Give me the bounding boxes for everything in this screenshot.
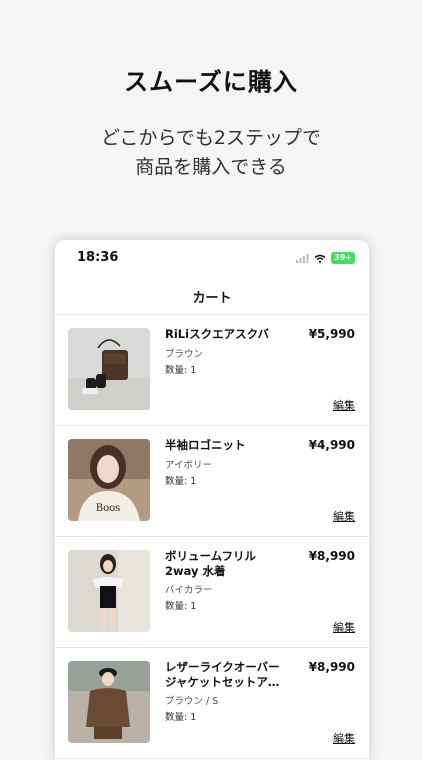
product-name: ボリュームフリル 2way 水着 [165,549,256,578]
product-variant: アイボリー [165,460,213,471]
product-image-bag[interactable] [68,328,150,410]
nav-bar: カート [55,278,369,315]
edit-link[interactable]: 編集 [333,397,355,413]
signal-icon [296,253,309,263]
phone-screen: 18:36 39+ カート RiLiスクエアスクバ ¥5,990 ブラウン 数量… [55,240,369,760]
cart-item[interactable]: Boos 半袖ロゴニット ¥4,990 アイボリー 数量: 1 編集 [55,426,369,537]
product-image-jacket[interactable] [68,661,150,743]
status-time: 18:36 [77,250,119,265]
product-variant: ブラウン / S [165,696,219,707]
battery-icon: 39+ [331,252,355,264]
product-name: レザーライクオーバー ジャケットセットア… [165,660,280,689]
edit-link[interactable]: 編集 [333,508,355,524]
product-quantity: 数量: 1 [165,476,197,487]
promo-headline: スムーズに購入 [124,68,298,96]
product-name: 半袖ロゴニット [165,438,246,452]
product-price: ¥8,990 [308,549,355,563]
product-price: ¥5,990 [308,327,355,341]
product-image-knit[interactable]: Boos [68,439,150,521]
wifi-icon [314,254,326,263]
cart-item[interactable]: ボリュームフリル 2way 水着 ¥8,990 バイカラー 数量: 1 編集 [55,537,369,648]
product-name: RiLiスクエアスクバ [165,327,269,341]
page-title: カート [192,290,232,306]
product-price: ¥8,990 [308,660,355,674]
status-icons: 39+ [296,252,355,264]
product-quantity: 数量: 1 [165,601,197,612]
product-quantity: 数量: 1 [165,712,197,723]
product-variant: バイカラー [165,585,213,596]
product-price: ¥4,990 [308,438,355,452]
promo-subline: どこからでも2ステップで 商品を購入できる [101,127,321,178]
cart-item[interactable]: RiLiスクエアスクバ ¥5,990 ブラウン 数量: 1 編集 [55,315,369,426]
cart-item[interactable]: レザーライクオーバー ジャケットセットア… ¥8,990 ブラウン / S 数量… [55,648,369,759]
edit-link[interactable]: 編集 [333,730,355,746]
status-bar: 18:36 39+ [55,240,369,278]
product-quantity: 数量: 1 [165,365,197,376]
product-image-swimsuit[interactable] [68,550,150,632]
svg-text:Boos: Boos [96,503,121,514]
edit-link[interactable]: 編集 [333,619,355,635]
product-variant: ブラウン [165,349,204,360]
